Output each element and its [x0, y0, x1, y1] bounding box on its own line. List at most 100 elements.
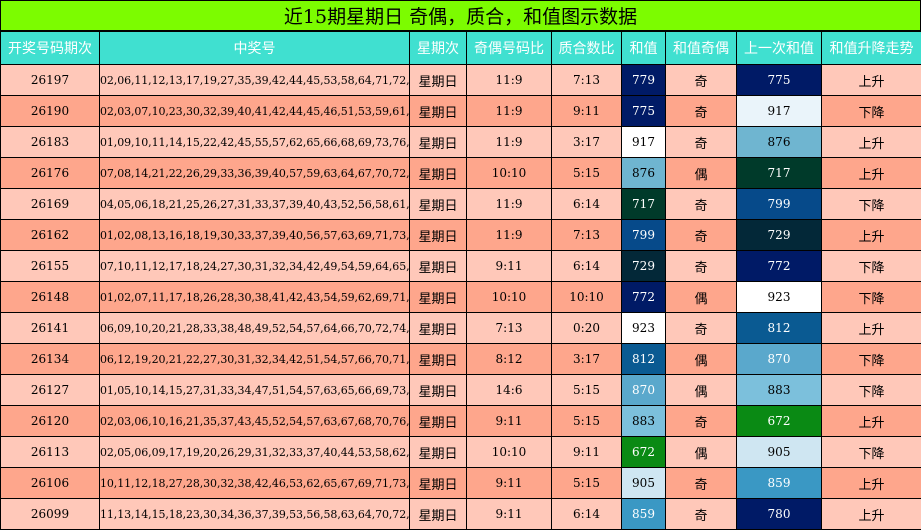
period-cell: 26183 [0, 126, 100, 158]
sum-parity-cell: 奇 [665, 250, 737, 282]
period-cell: 26148 [0, 281, 100, 313]
sum-cell: 717 [621, 188, 666, 220]
odd-even-cell: 10:10 [466, 157, 552, 189]
sum-parity-cell: 偶 [665, 374, 737, 406]
odd-even-cell: 11:9 [466, 219, 552, 251]
table-row: 26176 07,08,14,21,22,26,29,33,36,39,40,57… [0, 157, 921, 189]
prime-composite-cell: 5:15 [551, 405, 622, 437]
weekday-cell: 星期日 [409, 250, 467, 282]
odd-even-cell: 7:13 [466, 312, 552, 344]
sum-cell: 883 [621, 405, 666, 437]
period-cell: 26176 [0, 157, 100, 189]
trend-cell: 下降 [821, 343, 921, 375]
header-sum: 和值 [621, 31, 666, 65]
numbers-cell: 01,02,08,13,16,18,19,30,33,37,39,40,56,5… [99, 219, 410, 251]
header-period: 开奖号码期次 [0, 31, 100, 65]
sum-parity-cell: 奇 [665, 312, 737, 344]
numbers-cell: 07,08,14,21,22,26,29,33,36,39,40,57,59,6… [99, 157, 410, 189]
trend-cell: 下降 [821, 188, 921, 220]
lottery-stats-sheet: 近15期星期日 奇偶，质合，和值图示数据 开奖号码期次 中奖号 星期次 奇偶号码… [0, 0, 921, 530]
numbers-cell: 04,05,06,18,21,25,26,27,31,33,37,39,40,4… [99, 188, 410, 220]
numbers-cell: 01,02,07,11,17,18,26,28,30,38,41,42,43,5… [99, 281, 410, 313]
sum-cell: 775 [621, 95, 666, 127]
prev-sum-cell: 876 [736, 126, 822, 158]
odd-even-cell: 9:11 [466, 405, 552, 437]
table-row: 26113 02,05,06,09,17,19,20,26,29,31,32,33… [0, 436, 921, 468]
table-row: 26183 01,09,10,11,14,15,22,42,45,55,57,62… [0, 126, 921, 158]
period-cell: 26190 [0, 95, 100, 127]
header-odd-even: 奇偶号码比 [466, 31, 552, 65]
sum-cell: 859 [621, 498, 666, 530]
prev-sum-cell: 905 [736, 436, 822, 468]
odd-even-cell: 9:11 [466, 467, 552, 499]
sum-parity-cell: 奇 [665, 498, 737, 530]
prev-sum-cell: 859 [736, 467, 822, 499]
numbers-cell: 07,10,11,12,17,18,24,27,30,31,32,34,42,4… [99, 250, 410, 282]
trend-cell: 下降 [821, 250, 921, 282]
table-row: 26148 01,02,07,11,17,18,26,28,30,38,41,42… [0, 281, 921, 313]
table-row: 26134 06,12,19,20,21,22,27,30,31,32,34,42… [0, 343, 921, 375]
table-row: 26120 02,03,06,10,16,21,35,37,43,45,52,54… [0, 405, 921, 437]
prev-sum-cell: 717 [736, 157, 822, 189]
table-row: 26190 02,03,07,10,23,30,32,39,40,41,42,44… [0, 95, 921, 127]
table-row: 26127 01,05,10,14,15,27,31,33,34,47,51,54… [0, 374, 921, 406]
odd-even-cell: 8:12 [466, 343, 552, 375]
sum-parity-cell: 奇 [665, 126, 737, 158]
numbers-cell: 02,03,07,10,23,30,32,39,40,41,42,44,45,4… [99, 95, 410, 127]
trend-cell: 上升 [821, 312, 921, 344]
prev-sum-cell: 870 [736, 343, 822, 375]
odd-even-cell: 11:9 [466, 188, 552, 220]
trend-cell: 上升 [821, 467, 921, 499]
prev-sum-cell: 672 [736, 405, 822, 437]
prev-sum-cell: 917 [736, 95, 822, 127]
table-row: 26169 04,05,06,18,21,25,26,27,31,33,37,39… [0, 188, 921, 220]
prime-composite-cell: 3:17 [551, 126, 622, 158]
numbers-cell: 06,09,10,20,21,28,33,38,48,49,52,54,57,6… [99, 312, 410, 344]
odd-even-cell: 11:9 [466, 64, 552, 96]
prev-sum-cell: 799 [736, 188, 822, 220]
trend-cell: 上升 [821, 157, 921, 189]
prime-composite-cell: 6:14 [551, 250, 622, 282]
table-body: 26197 02,06,11,12,13,17,19,27,35,39,42,44… [0, 64, 921, 530]
weekday-cell: 星期日 [409, 95, 467, 127]
trend-cell: 上升 [821, 126, 921, 158]
numbers-cell: 06,12,19,20,21,22,27,30,31,32,34,42,51,5… [99, 343, 410, 375]
numbers-cell: 10,11,12,18,27,28,30,32,38,42,46,53,62,6… [99, 467, 410, 499]
prev-sum-cell: 812 [736, 312, 822, 344]
prev-sum-cell: 772 [736, 250, 822, 282]
prime-composite-cell: 5:15 [551, 157, 622, 189]
sum-parity-cell: 奇 [665, 64, 737, 96]
trend-cell: 下降 [821, 436, 921, 468]
odd-even-cell: 9:11 [466, 250, 552, 282]
period-cell: 26113 [0, 436, 100, 468]
odd-even-cell: 10:10 [466, 281, 552, 313]
sum-parity-cell: 奇 [665, 95, 737, 127]
sum-cell: 812 [621, 343, 666, 375]
table-row: 26155 07,10,11,12,17,18,24,27,30,31,32,34… [0, 250, 921, 282]
trend-cell: 上升 [821, 64, 921, 96]
sum-parity-cell: 奇 [665, 405, 737, 437]
prime-composite-cell: 3:17 [551, 343, 622, 375]
sum-parity-cell: 偶 [665, 343, 737, 375]
prime-composite-cell: 6:14 [551, 498, 622, 530]
period-cell: 26197 [0, 64, 100, 96]
numbers-cell: 02,05,06,09,17,19,20,26,29,31,32,33,37,4… [99, 436, 410, 468]
weekday-cell: 星期日 [409, 64, 467, 96]
prime-composite-cell: 7:13 [551, 64, 622, 96]
prime-composite-cell: 0:20 [551, 312, 622, 344]
prime-composite-cell: 6:14 [551, 188, 622, 220]
odd-even-cell: 11:9 [466, 126, 552, 158]
table-row: 26106 10,11,12,18,27,28,30,32,38,42,46,53… [0, 467, 921, 499]
period-cell: 26155 [0, 250, 100, 282]
numbers-cell: 01,05,10,14,15,27,31,33,34,47,51,54,57,6… [99, 374, 410, 406]
header-trend: 和值升降走势 [821, 31, 921, 65]
odd-even-cell: 11:9 [466, 95, 552, 127]
prime-composite-cell: 5:15 [551, 467, 622, 499]
prime-composite-cell: 7:13 [551, 219, 622, 251]
numbers-cell: 02,03,06,10,16,21,35,37,43,45,52,54,57,6… [99, 405, 410, 437]
sum-parity-cell: 奇 [665, 188, 737, 220]
trend-cell: 上升 [821, 405, 921, 437]
draw-stats-table: 开奖号码期次 中奖号 星期次 奇偶号码比 质合数比 和值 和值奇偶 上一次和值 … [0, 31, 921, 530]
sum-parity-cell: 奇 [665, 467, 737, 499]
table-row: 26141 06,09,10,20,21,28,33,38,48,49,52,54… [0, 312, 921, 344]
